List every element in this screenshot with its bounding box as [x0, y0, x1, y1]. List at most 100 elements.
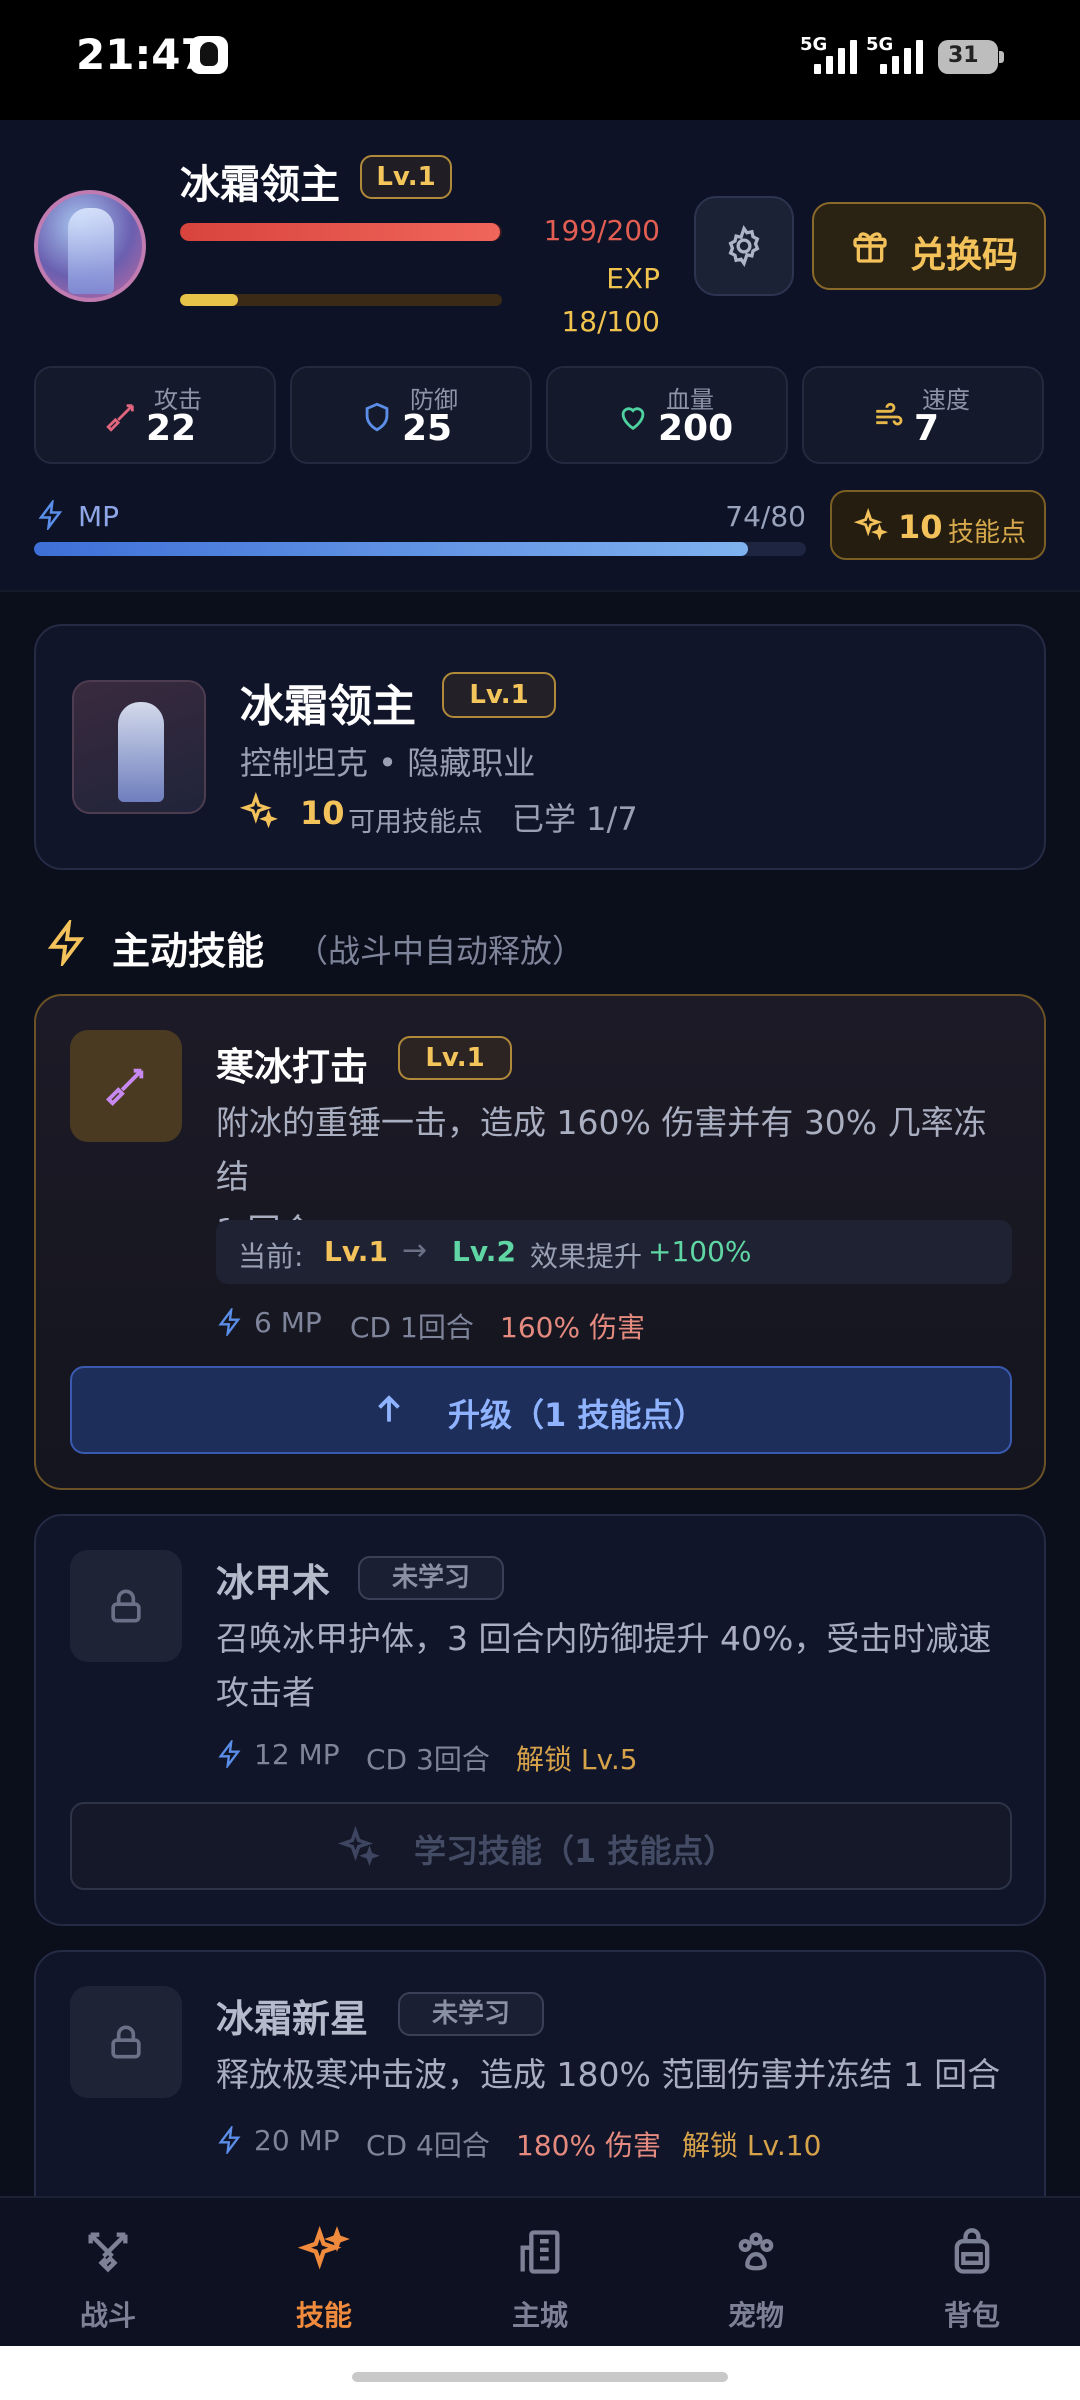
hp-text: 199/200 [543, 214, 660, 247]
learn-skill-button-disabled[interactable]: 学习技能（1 技能点） [70, 1802, 1012, 1890]
nav-label: 背包 [943, 2299, 1000, 2332]
skill-description-line: 召唤冰甲护体，3 回合内防御提升 40%，受击时减速 [216, 1619, 992, 1658]
nav-tab-battle[interactable]: 战斗 [0, 2198, 216, 2348]
player-avatar[interactable] [34, 190, 146, 302]
skill-cooldown: CD 4回合 [366, 2129, 490, 2162]
redeem-code-label: 兑换码 [910, 235, 1019, 276]
settings-button[interactable] [694, 196, 794, 296]
skill-card-ice-armor: 冰甲术 未学习 召唤冰甲护体，3 回合内防御提升 40%，受击时减速 攻击者 1… [34, 1514, 1046, 1926]
skill-description-line: 释放极寒冲击波，造成 180% 范围伤害并冻结 1 回合 [216, 2055, 1001, 2094]
skill-mp-cost: 6 MP [254, 1306, 322, 1339]
upgrade-button-label: 升级（1 技能点） [448, 1396, 706, 1434]
stat-value: 25 [402, 408, 453, 449]
arrow-right-icon: → [402, 1233, 428, 1268]
building-icon [520, 2230, 560, 2274]
paw-icon [738, 2232, 774, 2271]
stat-defense: 防御 25 [290, 366, 532, 464]
backpack-icon [954, 2228, 990, 2274]
nav-label: 技能 [295, 2299, 352, 2332]
character-subtitle: 控制坦克 • 隐藏职业 [240, 744, 536, 782]
unlearned-tag: 未学习 [358, 1556, 504, 1600]
skill-unlock-level: 解锁 Lv.10 [682, 2129, 822, 2162]
lightning-icon [218, 1740, 241, 1768]
upgrade-to-level: Lv.2 [452, 1235, 516, 1268]
upgrade-from-level: Lv.1 [324, 1235, 388, 1268]
nav-tab-skills[interactable]: 技能 [216, 2198, 432, 2348]
sword-icon [106, 1068, 144, 1106]
section-title: 主动技能 [112, 929, 265, 973]
nav-label: 主城 [511, 2299, 568, 2332]
nav-label: 战斗 [79, 2299, 136, 2332]
battery-icon: 31 [938, 40, 1004, 74]
skill-mp-cost: 20 MP [254, 2124, 340, 2157]
nav-tab-pets[interactable]: 宠物 [648, 2198, 864, 2348]
stat-value: 7 [914, 408, 940, 449]
nav-tab-city[interactable]: 主城 [432, 2198, 648, 2348]
skill-cooldown: CD 3回合 [366, 1743, 490, 1776]
upgrade-prefix: 当前: [238, 1240, 304, 1273]
sparkles-icon [240, 792, 278, 829]
sparkles-icon [298, 2226, 350, 2270]
shield-icon [365, 402, 389, 432]
home-indicator[interactable] [352, 2372, 728, 2382]
mp-bar-fill [34, 542, 749, 556]
crossed-swords-icon [88, 2232, 128, 2273]
exp-text: 18/100 [561, 305, 660, 338]
lock-icon [111, 1589, 141, 1623]
skill-description: 召唤冰甲护体，3 回合内防御提升 40%，受击时减速 攻击者 [216, 1612, 1016, 1720]
skill-icon [70, 1030, 182, 1142]
lightning-icon [47, 920, 85, 966]
skill-name: 冰霜新星 [216, 1997, 369, 2041]
hp-bar-fill [180, 223, 501, 241]
character-level-badge: Lv.1 [442, 672, 556, 718]
available-points: 10 [300, 794, 345, 832]
stat-hp: 血量 200 [546, 366, 788, 464]
skill-name: 寒冰打击 [216, 1045, 369, 1089]
learned-count: 已学 1/7 [512, 800, 638, 838]
network-type: 5G [800, 34, 828, 55]
available-points-label: 可用技能点 [348, 807, 483, 838]
lock-icon [111, 2025, 141, 2059]
character-portrait [72, 680, 206, 814]
skill-description-line: 附冰的重锤一击，造成 160% 伤害并有 30% 几率冻结 [216, 1103, 987, 1196]
character-name: 冰霜领主 [240, 681, 416, 732]
exp-bar [180, 294, 502, 306]
skill-level-badge: Lv.1 [398, 1036, 512, 1080]
skill-points-chip: 10 技能点 [830, 490, 1046, 560]
section-subtitle: （战斗中自动释放） [296, 932, 585, 970]
lightning-icon [218, 1308, 241, 1336]
status-bar: 21:47 5G 5G 31 [0, 0, 1080, 120]
signal-icon-2: 5G [866, 34, 934, 74]
wind-icon [876, 402, 903, 426]
player-name: 冰霜领主 [180, 162, 340, 208]
qq-notification-icon [190, 36, 228, 74]
skill-cooldown: CD 1回合 [350, 1311, 474, 1344]
unlearned-tag: 未学习 [398, 1992, 544, 2036]
learn-button-label: 学习技能（1 技能点） [414, 1832, 736, 1870]
effect-value: +100% [648, 1235, 752, 1268]
mp-label: MP [78, 500, 120, 533]
redeem-code-button[interactable]: 兑换码 [812, 202, 1046, 290]
stat-attack: 攻击 22 [34, 366, 276, 464]
lightning-icon [218, 2126, 241, 2154]
skill-unlock-level: 解锁 Lv.5 [516, 1743, 638, 1776]
hp-bar [180, 223, 502, 241]
skill-points-count: 10 [898, 508, 943, 546]
skill-icon-locked [70, 1986, 182, 2098]
sword-icon [106, 404, 134, 432]
battery-level: 31 [948, 43, 979, 68]
sparkles-icon [338, 1826, 380, 1867]
arrow-up-icon [378, 1395, 400, 1422]
mp-value: 74/80 [725, 500, 806, 533]
network-type-2: 5G [866, 34, 894, 55]
heart-icon [621, 407, 645, 431]
skill-card-frost-strike: 寒冰打击 Lv.1 附冰的重锤一击，造成 160% 伤害并有 30% 几率冻结 … [34, 994, 1046, 1490]
exp-label: EXP [606, 262, 660, 295]
skill-description: 释放极寒冲击波，造成 180% 范围伤害并冻结 1 回合 [216, 2048, 1016, 2102]
skill-meta: 6 MP CD 1回合 160% 伤害 [216, 1306, 816, 1346]
header-divider [0, 590, 1080, 592]
stat-value: 22 [146, 408, 197, 449]
upgrade-skill-button[interactable]: 升级（1 技能点） [70, 1366, 1012, 1454]
exp-bar-fill [180, 294, 238, 306]
nav-tab-backpack[interactable]: 背包 [864, 2198, 1080, 2348]
